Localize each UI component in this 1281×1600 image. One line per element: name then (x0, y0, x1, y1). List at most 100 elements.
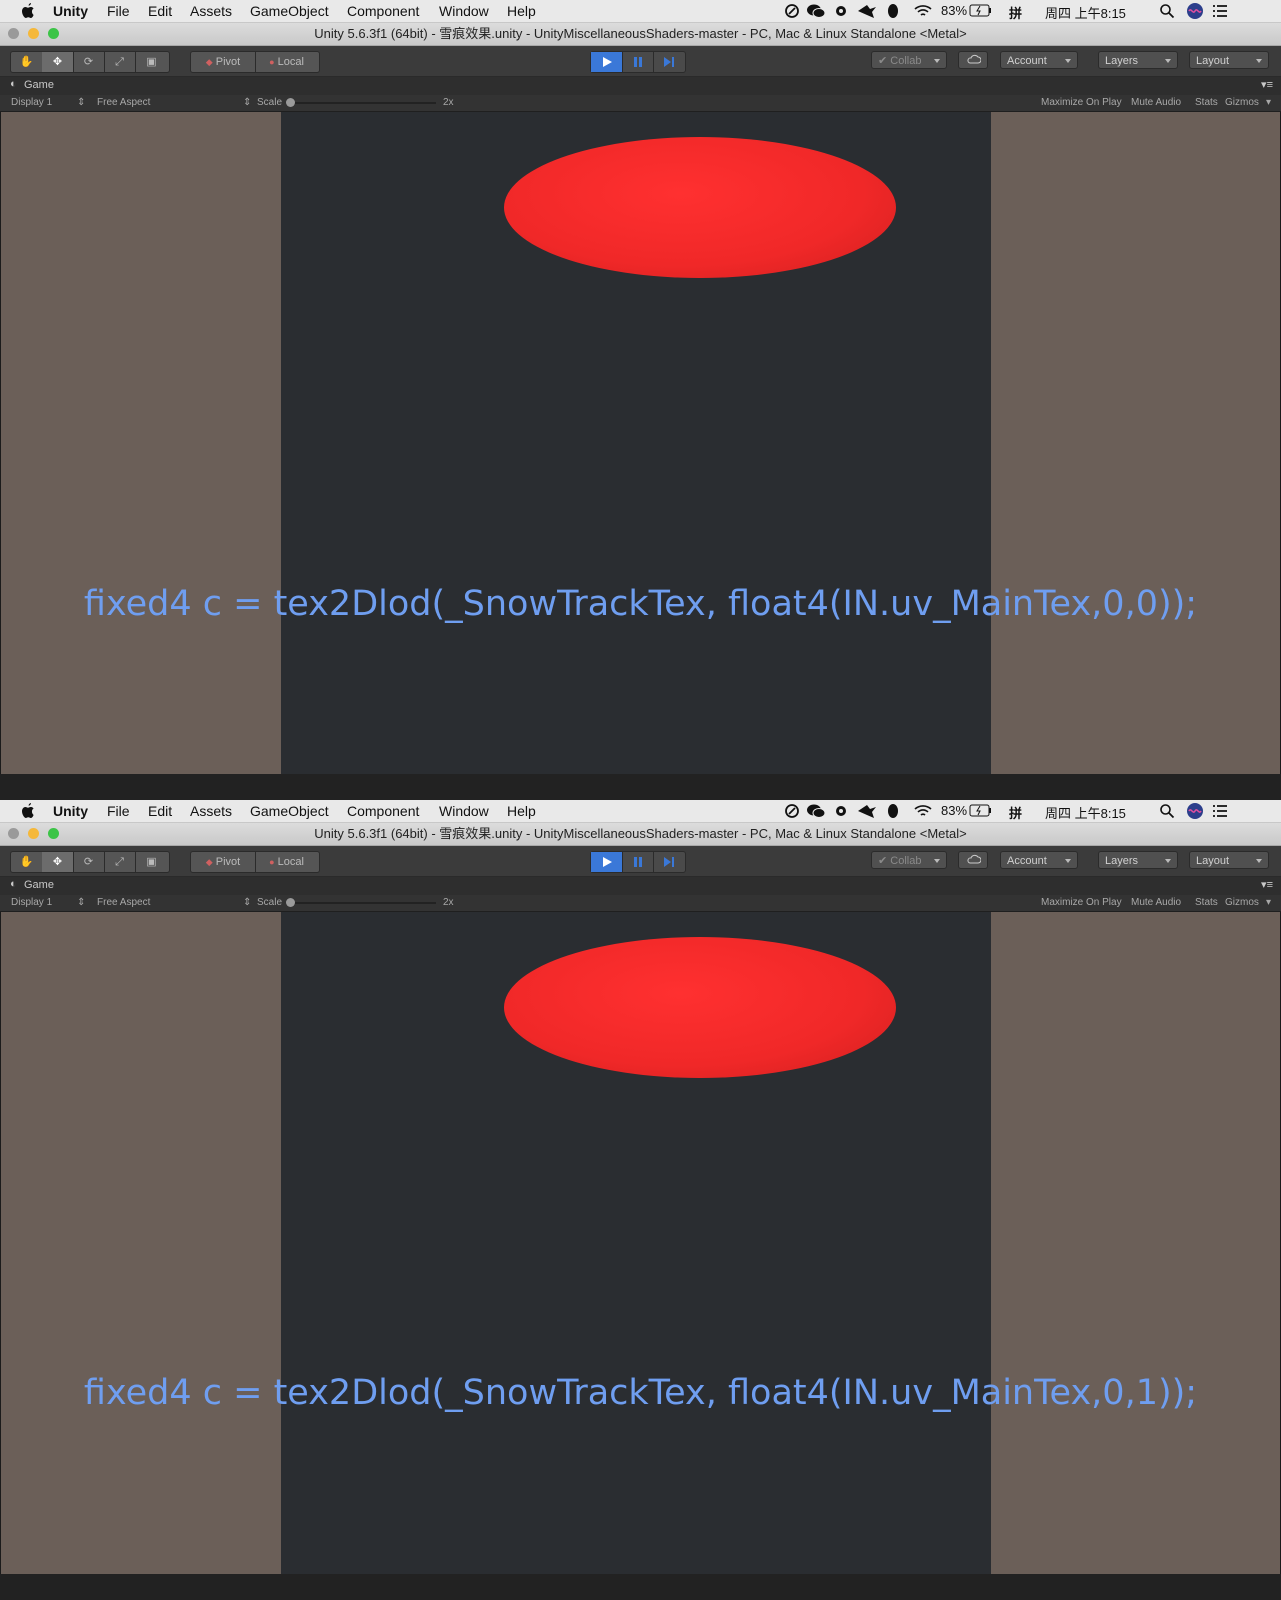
pause-button[interactable] (622, 852, 654, 872)
menu-gameobject[interactable]: GameObject (250, 3, 329, 19)
pause-button[interactable] (622, 52, 654, 72)
battery-charging-icon[interactable] (969, 804, 993, 817)
scale-slider-thumb[interactable] (286, 898, 295, 907)
move-tool-icon[interactable]: ✥ (42, 852, 74, 872)
menu-assets[interactable]: Assets (190, 3, 232, 19)
step-button[interactable] (653, 852, 684, 872)
rect-tool-icon[interactable]: ▣ (135, 852, 168, 872)
qq-penguin-icon[interactable] (885, 802, 901, 820)
apple-icon[interactable] (20, 802, 36, 820)
close-button-disabled[interactable] (8, 28, 19, 39)
pivot-toggle[interactable]: ◆ Pivot (191, 852, 256, 872)
move-tool-icon[interactable]: ✥ (42, 52, 74, 72)
aspect-select[interactable]: Free Aspect (97, 897, 150, 908)
menubar-clock[interactable]: 周四 上午8:15 (1045, 803, 1126, 822)
input-method-indicator[interactable]: 拼 (1009, 3, 1022, 22)
notification-list-icon[interactable] (1211, 803, 1229, 819)
panel-menu-icon[interactable]: ▾≡ (1261, 878, 1273, 891)
mute-audio-toggle[interactable]: Mute Audio (1131, 97, 1181, 108)
collab-dropdown[interactable]: ✔ Collab (871, 851, 947, 869)
zoom-button[interactable] (48, 28, 59, 39)
menu-assets[interactable]: Assets (190, 803, 232, 819)
zoom-button[interactable] (48, 828, 59, 839)
apple-icon[interactable] (20, 2, 36, 20)
rotate-tool-icon[interactable]: ⟳ (73, 852, 105, 872)
cloud-button[interactable] (958, 51, 988, 69)
layers-dropdown[interactable]: Layers (1098, 51, 1178, 69)
bird-icon[interactable] (857, 3, 877, 19)
layers-dropdown[interactable]: Layers (1098, 851, 1178, 869)
menu-edit[interactable]: Edit (148, 803, 172, 819)
panel-menu-icon[interactable]: ▾≡ (1261, 78, 1273, 91)
game-tab-title[interactable]: Game (24, 79, 54, 91)
layout-dropdown[interactable]: Layout (1189, 851, 1269, 869)
stats-toggle[interactable]: Stats (1195, 97, 1218, 108)
gear-puzzle-icon[interactable] (833, 3, 849, 19)
siri-icon[interactable] (1186, 802, 1204, 820)
aspect-select-arrows-icon[interactable]: ⇕ (243, 97, 251, 108)
menu-edit[interactable]: Edit (148, 3, 172, 19)
input-method-indicator[interactable]: 拼 (1009, 803, 1022, 822)
play-button[interactable] (591, 852, 623, 872)
local-toggle[interactable]: ● Local (255, 852, 318, 872)
gizmos-dropdown[interactable]: Gizmos (1225, 97, 1259, 108)
rect-tool-icon[interactable]: ▣ (135, 52, 168, 72)
scale-slider-track[interactable] (290, 102, 436, 104)
display-select-arrows-icon[interactable]: ⇕ (77, 897, 85, 908)
menu-component[interactable]: Component (347, 3, 419, 19)
step-button[interactable] (653, 52, 684, 72)
menu-gameobject[interactable]: GameObject (250, 803, 329, 819)
maximize-on-play-toggle[interactable]: Maximize On Play (1041, 897, 1122, 908)
wechat-icon[interactable] (806, 3, 826, 19)
game-tab-title[interactable]: Game (24, 879, 54, 891)
gizmos-dropdown[interactable]: Gizmos (1225, 897, 1259, 908)
spotlight-search-icon[interactable] (1159, 3, 1175, 19)
menu-window[interactable]: Window (439, 3, 489, 19)
gizmos-chevron-icon[interactable]: ▾ (1266, 897, 1271, 908)
collab-dropdown[interactable]: ✔ Collab (871, 51, 947, 69)
menu-help[interactable]: Help (507, 3, 536, 19)
game-viewport[interactable] (1, 112, 1280, 774)
maximize-on-play-toggle[interactable]: Maximize On Play (1041, 97, 1122, 108)
stats-toggle[interactable]: Stats (1195, 897, 1218, 908)
account-dropdown[interactable]: Account (1000, 51, 1078, 69)
pivot-toggle[interactable]: ◆ Pivot (191, 52, 256, 72)
close-button-disabled[interactable] (8, 828, 19, 839)
scale-slider-thumb[interactable] (286, 98, 295, 107)
aspect-select[interactable]: Free Aspect (97, 97, 150, 108)
play-button[interactable] (591, 52, 623, 72)
rotate-tool-icon[interactable]: ⟳ (73, 52, 105, 72)
wifi-icon[interactable] (913, 3, 933, 19)
menu-help[interactable]: Help (507, 803, 536, 819)
siri-icon[interactable] (1186, 2, 1204, 20)
scale-tool-icon[interactable]: ⤢ (104, 852, 136, 872)
cloud-button[interactable] (958, 851, 988, 869)
bird-icon[interactable] (857, 803, 877, 819)
game-viewport[interactable] (1, 912, 1280, 1574)
wechat-icon[interactable] (806, 803, 826, 819)
menu-window[interactable]: Window (439, 803, 489, 819)
display-select[interactable]: Display 1 (11, 97, 52, 108)
account-dropdown[interactable]: Account (1000, 851, 1078, 869)
scale-tool-icon[interactable]: ⤢ (104, 52, 136, 72)
gizmos-chevron-icon[interactable]: ▾ (1266, 97, 1271, 108)
app-menu-unity[interactable]: Unity (53, 3, 88, 19)
hand-tool-icon[interactable]: ✋ (11, 852, 43, 872)
scale-slider-track[interactable] (290, 902, 436, 904)
local-toggle[interactable]: ● Local (255, 52, 318, 72)
qq-penguin-icon[interactable] (885, 2, 901, 20)
display-select-arrows-icon[interactable]: ⇕ (77, 97, 85, 108)
menu-file[interactable]: File (107, 803, 130, 819)
aspect-select-arrows-icon[interactable]: ⇕ (243, 897, 251, 908)
spotlight-search-icon[interactable] (1159, 803, 1175, 819)
battery-charging-icon[interactable] (969, 4, 993, 17)
hand-tool-icon[interactable]: ✋ (11, 52, 43, 72)
search-circle-icon[interactable] (784, 3, 800, 19)
menubar-clock[interactable]: 周四 上午8:15 (1045, 3, 1126, 22)
gear-puzzle-icon[interactable] (833, 803, 849, 819)
search-circle-icon[interactable] (784, 803, 800, 819)
notification-list-icon[interactable] (1211, 3, 1229, 19)
app-menu-unity[interactable]: Unity (53, 803, 88, 819)
display-select[interactable]: Display 1 (11, 897, 52, 908)
menu-component[interactable]: Component (347, 803, 419, 819)
